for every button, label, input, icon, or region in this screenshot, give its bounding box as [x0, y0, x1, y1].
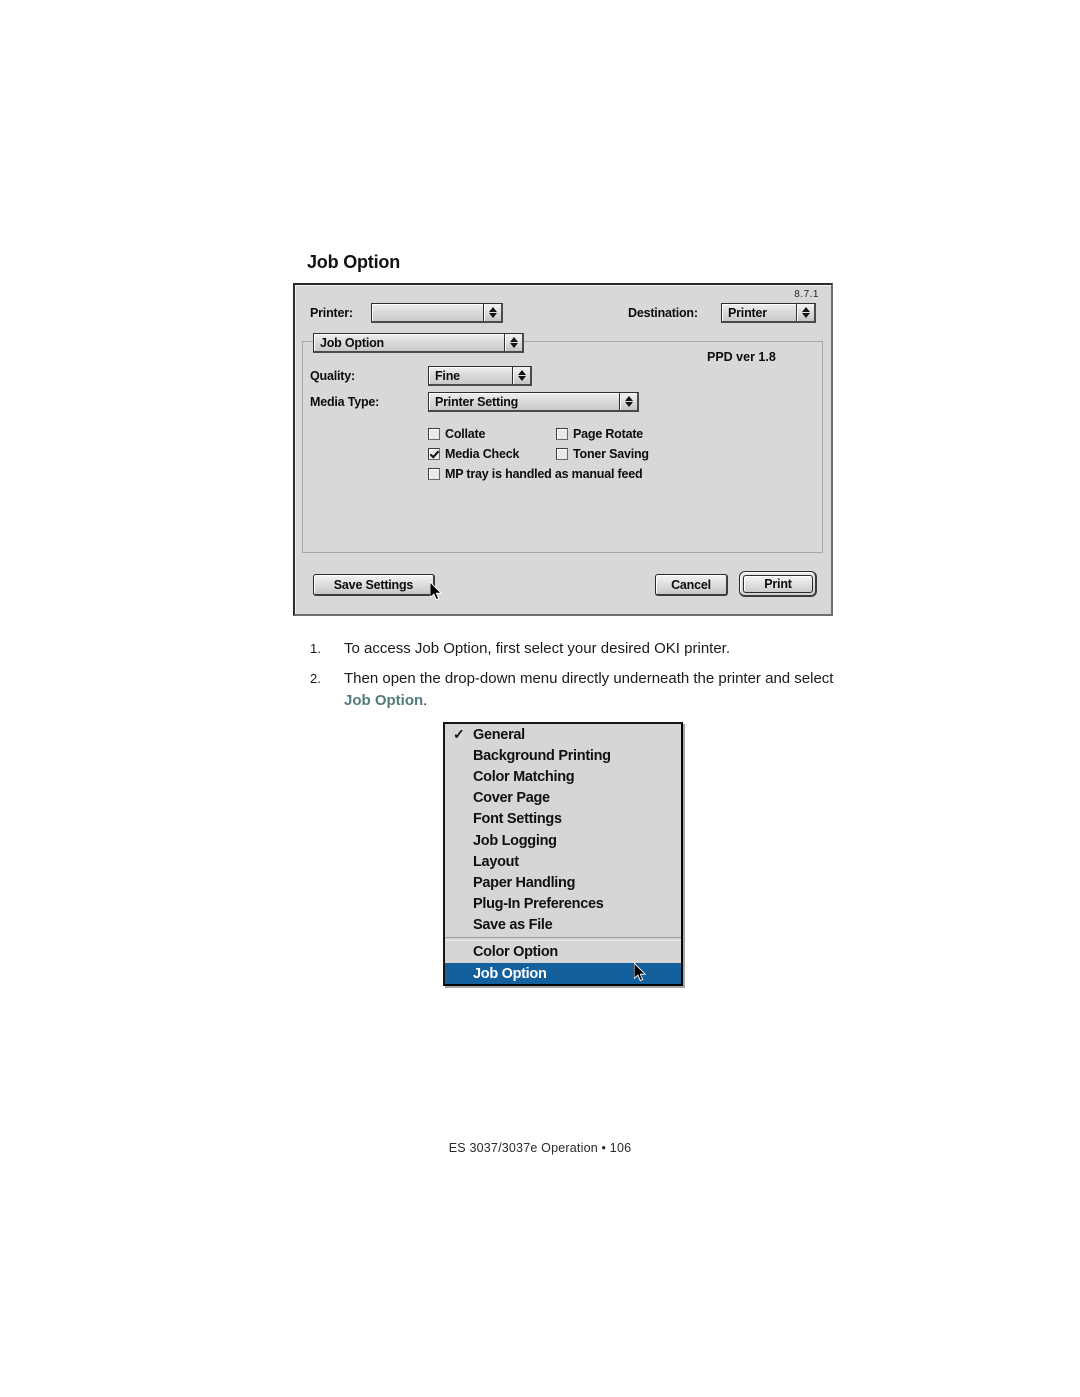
chevron-updown-icon	[512, 367, 530, 384]
checkbox-label: Toner Saving	[573, 447, 649, 461]
quality-label: Quality:	[310, 369, 355, 383]
menu-item-background-printing[interactable]: Background Printing	[445, 745, 681, 766]
chevron-updown-icon	[619, 393, 637, 410]
media-type-label: Media Type:	[310, 395, 380, 409]
menu-item-label: Color Matching	[473, 768, 575, 785]
checkbox-checked-icon	[428, 448, 440, 460]
menu-item-label: Job Logging	[473, 832, 557, 849]
menu-item-layout[interactable]: Layout	[445, 851, 681, 872]
menu-item-cover-page[interactable]: Cover Page	[445, 788, 681, 809]
menu-item-label: General	[473, 726, 525, 743]
checkbox-collate[interactable]: Collate	[428, 427, 485, 441]
menu-item-color-matching[interactable]: Color Matching	[445, 766, 681, 787]
menu-item-label: Job Option	[473, 965, 547, 982]
instruction-list: 1. To access Job Option, first select yo…	[310, 638, 850, 720]
dialog-version-label: 8.7.1	[794, 289, 819, 300]
destination-select-value: Printer	[728, 305, 767, 320]
quality-select[interactable]: Fine	[428, 366, 532, 386]
list-item-text: To access Job Option, first select your …	[344, 638, 850, 659]
page-title: Job Option	[307, 252, 400, 272]
list-item: 1. To access Job Option, first select yo…	[310, 638, 850, 659]
quality-select-value: Fine	[435, 368, 460, 383]
menu-item-label: Paper Handling	[473, 874, 576, 891]
checkbox-mp-tray-manual-feed[interactable]: MP tray is handled as manual feed	[428, 467, 643, 481]
cancel-button[interactable]: Cancel	[655, 574, 728, 596]
checkbox-media-check[interactable]: Media Check	[428, 447, 519, 461]
checkbox-box-icon	[428, 468, 440, 480]
media-type-select[interactable]: Printer Setting	[428, 392, 639, 412]
checkbox-box-icon	[556, 428, 568, 440]
checkbox-label: Media Check	[445, 447, 520, 461]
printer-select[interactable]	[371, 303, 503, 323]
destination-label: Destination:	[628, 306, 698, 320]
check-icon: ✓	[453, 726, 465, 742]
menu-item-label: Color Option	[473, 944, 558, 961]
menu-item-paper-handling[interactable]: Paper Handling	[445, 872, 681, 893]
pane-select[interactable]: Job Option	[313, 333, 524, 353]
menu-item-label: Layout	[473, 853, 519, 870]
checkbox-box-icon	[556, 448, 568, 460]
checkbox-label: Collate	[445, 427, 486, 441]
instruction-highlight: Job Option	[344, 691, 424, 709]
destination-select[interactable]: Printer	[721, 303, 816, 323]
menu-item-font-settings[interactable]: Font Settings	[445, 809, 681, 830]
media-type-select-value: Printer Setting	[435, 394, 519, 409]
chevron-updown-icon	[483, 304, 501, 321]
menu-item-label: Font Settings	[473, 811, 562, 828]
mouse-cursor-icon	[430, 582, 443, 601]
mouse-cursor-icon	[634, 963, 647, 982]
list-item-number: 2.	[310, 671, 321, 687]
list-item-number: 1.	[310, 641, 321, 656]
instruction-text: Then open the drop-down menu directly un…	[344, 670, 834, 688]
list-item-text: Then open the drop-down menu directly un…	[344, 668, 850, 711]
menu-item-save-as-file[interactable]: Save as File	[445, 915, 681, 936]
checkbox-box-icon	[428, 428, 440, 440]
menu-item-color-option[interactable]: Color Option	[445, 942, 681, 963]
print-button[interactable]: Print	[743, 575, 813, 593]
menu-separator	[445, 936, 681, 941]
checkbox-label: Page Rotate	[573, 427, 644, 441]
pane-select-value: Job Option	[320, 335, 384, 350]
list-item: 2. Then open the drop-down menu directly…	[310, 668, 850, 711]
menu-item-label: Save as File	[473, 917, 553, 934]
page-footer: ES 3037/3037e Operation • 106	[448, 1141, 632, 1155]
printer-label: Printer:	[310, 306, 353, 320]
checkbox-page-rotate[interactable]: Page Rotate	[556, 427, 643, 441]
menu-item-job-logging[interactable]: Job Logging	[445, 830, 681, 851]
save-settings-button[interactable]: Save Settings	[313, 574, 435, 596]
menu-item-label: Cover Page	[473, 790, 550, 807]
chevron-updown-icon	[796, 304, 814, 321]
menu-item-plug-in-preferences[interactable]: Plug-In Preferences	[445, 894, 681, 915]
pane-popup-menu[interactable]: ✓ General Background Printing Color Matchin…	[443, 722, 683, 987]
checkbox-toner-saving[interactable]: Toner Saving	[556, 447, 649, 461]
menu-item-general[interactable]: ✓ General	[445, 724, 681, 745]
instruction-text-tail: .	[423, 691, 428, 709]
chevron-updown-icon	[504, 334, 522, 351]
checkbox-label: MP tray is handled as manual feed	[445, 467, 643, 481]
menu-item-label: Background Printing	[473, 747, 611, 764]
ppd-version-label: PPD ver 1.8	[707, 350, 776, 364]
menu-item-label: Plug-In Preferences	[473, 896, 604, 913]
instruction-text: To access Job Option, first select your …	[344, 640, 731, 657]
